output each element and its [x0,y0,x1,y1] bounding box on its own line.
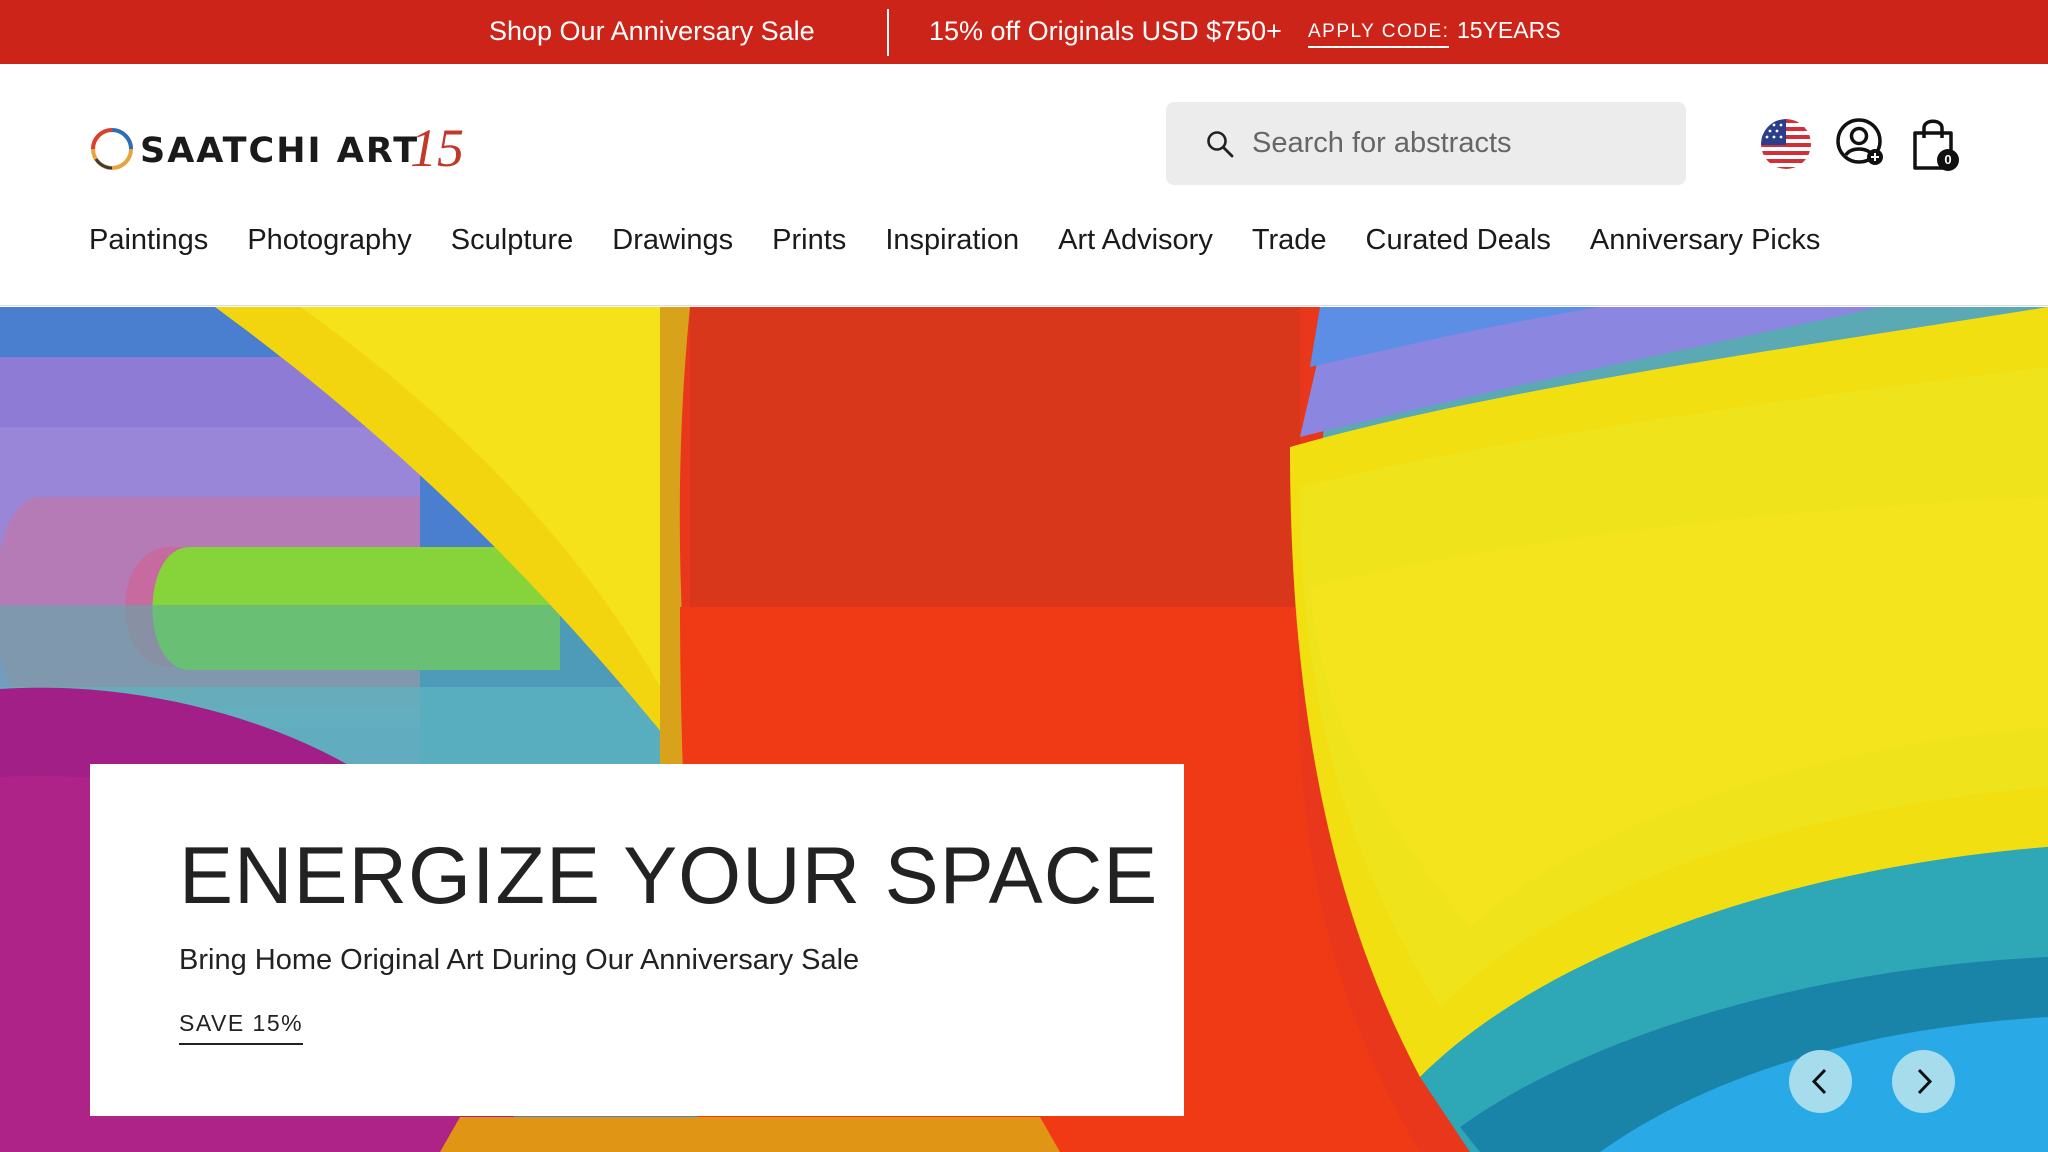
site-header: SAATCHI ART 15 Search for abstracts 0 Pa… [0,64,2048,306]
save-15-link[interactable]: SAVE 15% [179,1010,304,1045]
nav-item-inspiration[interactable]: Inspiration [885,224,1019,268]
nav-item-prints[interactable]: Prints [772,224,846,268]
logo-anniversary-badge: 15 [410,118,464,178]
cart-count-badge: 0 [1937,149,1959,171]
nav-item-sculpture[interactable]: Sculpture [451,224,574,268]
search-box[interactable] [1166,102,1686,185]
nav-item-drawings[interactable]: Drawings [612,224,733,268]
nav-item-trade[interactable]: Trade [1252,224,1327,268]
account-icon[interactable] [1835,117,1887,169]
search-input[interactable] [1252,102,1672,185]
nav-item-photography[interactable]: Photography [247,224,411,268]
hero-title: ENERGIZE YOUR SPACE [179,831,1159,921]
promo-code-label[interactable]: APPLY CODE: [1308,21,1450,48]
saatchi-art-logo[interactable]: SAATCHI ART 15 [88,117,468,181]
nav-item-curated-deals[interactable]: Curated Deals [1366,224,1551,268]
hero-subtitle: Bring Home Original Art During Our Anniv… [179,944,860,976]
chevron-right-icon [1917,1068,1933,1095]
promo-sale-link[interactable]: Shop Our Anniversary Sale [489,16,815,47]
main-nav: Paintings Photography Sculpture Drawings… [89,224,1859,268]
search-icon [1207,131,1234,158]
us-flag-icon[interactable] [1761,119,1811,169]
hero-banner: ENERGIZE YOUR SPACE Bring Home Original … [0,307,2048,1152]
nav-item-anniversary-picks[interactable]: Anniversary Picks [1590,224,1820,268]
logo-ring-icon [91,128,133,170]
nav-item-art-advisory[interactable]: Art Advisory [1058,224,1213,268]
chevron-left-icon [1811,1068,1827,1095]
promo-bar: Shop Our Anniversary Sale 15% off Origin… [0,0,2048,64]
logo-wordmark: SAATCHI ART [140,131,420,171]
carousel-prev-button[interactable] [1789,1050,1852,1113]
nav-item-paintings[interactable]: Paintings [89,224,208,268]
promo-divider [887,9,889,56]
promo-offer-text: 15% off Originals USD $750+ [929,16,1282,46]
carousel-next-button[interactable] [1892,1050,1955,1113]
hero-card: ENERGIZE YOUR SPACE Bring Home Original … [90,764,1184,1116]
promo-code: 15YEARS [1457,17,1561,43]
